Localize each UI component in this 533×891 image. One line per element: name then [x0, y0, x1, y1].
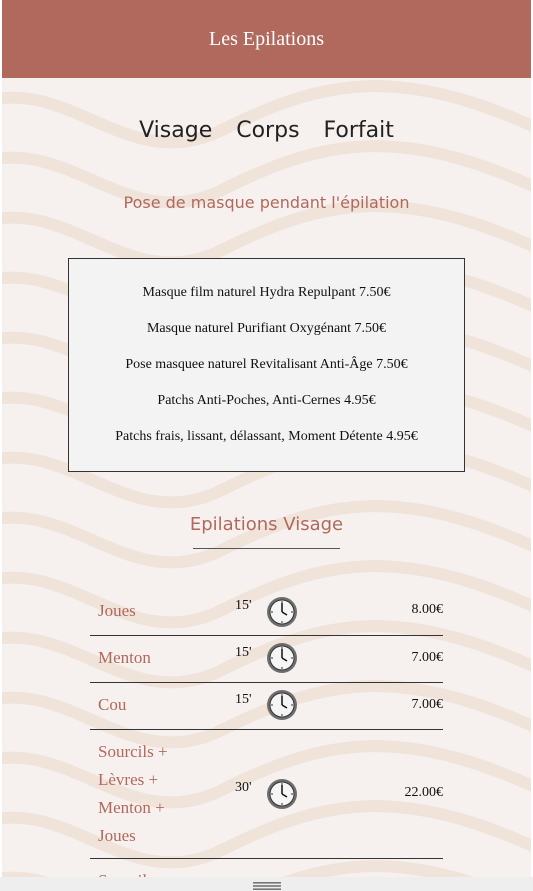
service-name-line: Menton +	[98, 798, 165, 817]
service-duration: 15'	[235, 692, 252, 707]
mask-item: Masque film naturel Hydra Repulpant 7.50…	[142, 285, 391, 300]
service-name-line: Cou	[98, 695, 127, 714]
clock-icon	[266, 689, 298, 721]
page-title: Les Epilations	[209, 28, 324, 50]
tab-corps[interactable]: Corps	[236, 118, 299, 143]
tab-visage[interactable]: Visage	[139, 118, 212, 143]
section-title: Epilations Visage	[189, 514, 344, 535]
service-row: Cou 15' 7.00€	[90, 683, 443, 730]
service-price: 22.00€	[404, 785, 444, 800]
tab-forfait[interactable]: Forfait	[324, 118, 394, 143]
service-name: Menton	[98, 644, 151, 672]
service-row: Sourcils + Lèvres + Menton + Joues 30' 22.00€	[90, 730, 443, 859]
mask-list-box: Masque film naturel Hydra Repulpant 7.50…	[68, 258, 465, 472]
clock-icon	[266, 778, 298, 810]
service-name: Joues	[98, 597, 136, 625]
service-name-line: Lèvres +	[98, 770, 159, 789]
service-duration: 30'	[235, 780, 252, 795]
service-name-line: Joues	[98, 601, 136, 620]
mask-subtitle: Pose de masque pendant l'épilation	[123, 193, 410, 212]
service-name: Cou	[98, 691, 126, 719]
service-price: 8.00€	[411, 602, 444, 617]
service-price: 7.00€	[411, 697, 444, 712]
service-name-line: Sourcils +	[98, 742, 168, 761]
page-header: Les Epilations	[2, 0, 531, 78]
service-name: Sourcils + Lèvres + Menton + Joues	[98, 738, 168, 850]
section-divider	[193, 548, 340, 549]
mask-item: Masque naturel Purifiant Oxygénant 7.50€	[146, 321, 387, 336]
clock-icon	[266, 596, 298, 628]
mask-item: Pose masquee naturel Revitalisant Anti-Â…	[125, 357, 408, 372]
service-name-line: Joues	[98, 826, 136, 845]
mask-item: Patchs Anti-Poches, Anti-Cernes 4.95€	[157, 393, 376, 408]
page: Les Epilations Visage Corps Forfait Pose…	[2, 0, 531, 891]
clock-icon	[266, 642, 298, 674]
service-name-line: Menton	[98, 648, 151, 667]
menu-handle-icon[interactable]	[253, 882, 281, 890]
service-row: Menton 15' 7.00€	[90, 636, 443, 683]
service-price: 7.00€	[411, 650, 444, 665]
service-duration: 15'	[235, 645, 252, 660]
service-row: Joues 15' 8.00€	[90, 589, 443, 636]
mask-item: Patchs frais, lissant, délassant, Moment…	[115, 429, 418, 444]
service-duration: 15'	[235, 598, 252, 613]
category-nav: Visage Corps Forfait	[2, 118, 531, 143]
